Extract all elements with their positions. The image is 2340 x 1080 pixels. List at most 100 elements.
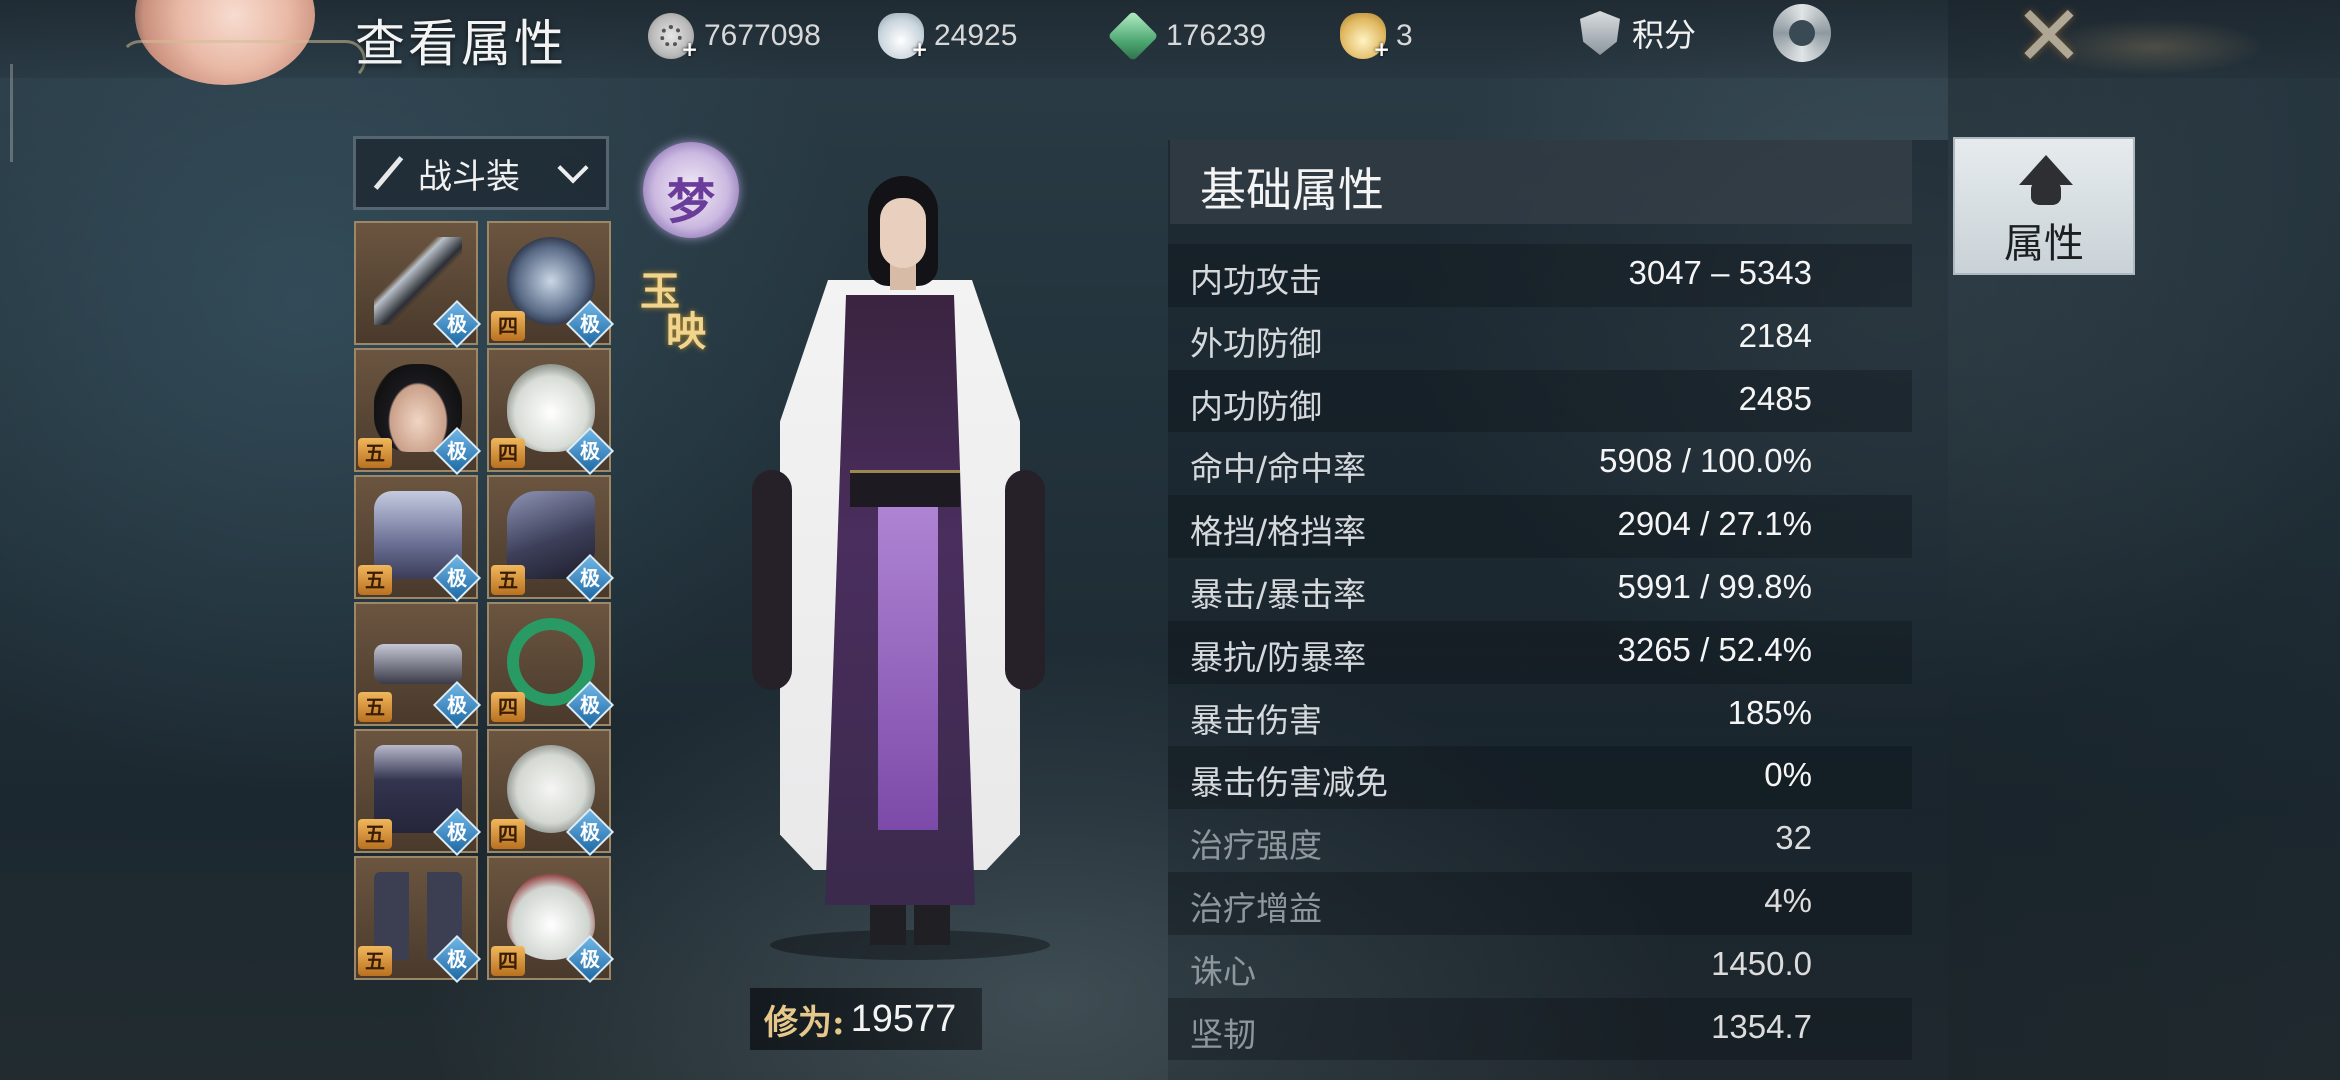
equipment-slot[interactable]: 四极 <box>487 221 615 349</box>
stat-label: 暴击伤害减免 <box>1190 763 1388 803</box>
scroll-indicator <box>10 64 13 162</box>
rank-badge: 极 <box>432 680 482 730</box>
rank-badge-label: 极 <box>447 947 467 971</box>
equipment-slot[interactable]: 四极 <box>487 602 615 730</box>
stat-label: 治疗强度 <box>1190 826 1322 866</box>
tier-badge: 四 <box>491 438 525 468</box>
stat-value: 5991 / 99.8% <box>1617 567 1813 605</box>
tier-badge: 五 <box>358 438 392 468</box>
rank-badge-label: 极 <box>580 312 600 336</box>
stats-list[interactable]: 内功攻击 3047 – 5343 外功防御 2184 内功防御 2485 命中/命中率 590… <box>1168 244 1912 1061</box>
stat-value: 32 <box>1775 819 1812 857</box>
tier-badge: 四 <box>491 946 525 976</box>
currency-value: 3 <box>1396 19 1413 52</box>
character-face <box>880 198 926 268</box>
score-label: 积分 <box>1632 16 1697 54</box>
stat-label: 外功防御 <box>1190 323 1322 363</box>
cloud-decoration <box>120 40 366 80</box>
score-button[interactable]: 积分 <box>1580 10 1696 56</box>
tier-badge: 五 <box>358 692 392 722</box>
character-arm <box>752 470 792 690</box>
jade-icon <box>1107 10 1159 62</box>
equipment-slot[interactable]: 五极 <box>487 475 615 603</box>
rank-badge-label: 极 <box>580 820 600 844</box>
stat-row: 坚韧 1354.7 <box>1168 997 1912 1061</box>
outfit-label: 战斗装 <box>418 156 520 197</box>
stat-label: 格挡/格挡率 <box>1190 512 1367 552</box>
stat-row: 格挡/格挡率 2904 / 27.1% <box>1168 495 1912 558</box>
character-arm <box>1005 470 1045 690</box>
chevron-down-icon <box>557 152 589 184</box>
rank-badge-label: 极 <box>580 693 600 717</box>
rank-badge-label: 极 <box>447 693 467 717</box>
currency-jade[interactable]: 176239 <box>1107 10 1267 62</box>
stat-row: 命中/命中率 5908 / 100.0% <box>1168 432 1912 495</box>
stats-title: 基础属性 <box>1200 163 1384 217</box>
rank-badge-label: 极 <box>447 312 467 336</box>
belt-icon <box>374 644 462 684</box>
equipment-slot[interactable]: 五极 <box>354 348 482 476</box>
rank-badge-label: 极 <box>580 566 600 590</box>
equipment-slot[interactable]: 四极 <box>487 348 615 476</box>
character-belt <box>850 470 960 507</box>
stat-label: 内功攻击 <box>1190 261 1322 300</box>
currency-gold[interactable]: + 3 <box>1340 13 1413 61</box>
stat-value: 4% <box>1764 881 1812 919</box>
tier-badge: 五 <box>358 946 392 976</box>
rank-badge-label: 极 <box>447 566 467 590</box>
stat-value: 2904 / 27.1% <box>1617 505 1813 543</box>
stat-value: 1354.7 <box>1711 1007 1812 1045</box>
stats-header: 基础属性 <box>1170 140 1912 224</box>
stat-label: 诛心 <box>1190 951 1256 991</box>
equipment-slot[interactable]: 四极 <box>487 856 615 984</box>
outfit-dropdown[interactable]: 战斗装 <box>353 136 609 210</box>
tier-badge: 四 <box>491 311 525 341</box>
tier-badge: 四 <box>491 692 525 722</box>
hero-icon <box>2031 179 2061 205</box>
tier-badge: 五 <box>358 819 392 849</box>
stat-value: 0% <box>1764 756 1812 794</box>
stat-row: 内功防御 2485 <box>1168 369 1912 433</box>
character-model[interactable] <box>700 170 1090 970</box>
tier-badge: 五 <box>358 565 392 595</box>
swirl-icon[interactable] <box>1773 4 1831 62</box>
stat-label: 暴击/暴击率 <box>1190 574 1367 614</box>
currency-silver[interactable]: + 24925 <box>878 13 1018 61</box>
stat-label: 暴击伤害 <box>1190 700 1322 740</box>
stat-value: 2485 <box>1738 379 1812 417</box>
stat-label: 治疗增益 <box>1190 888 1322 928</box>
page-title: 查看属性 <box>355 15 567 73</box>
cultivation-label: 修为: <box>764 1002 845 1043</box>
currency-value: 7677098 <box>704 19 821 52</box>
rank-badge-label: 极 <box>580 947 600 971</box>
stat-value: 3265 / 52.4% <box>1617 630 1813 668</box>
rank-badge-label: 极 <box>580 439 600 463</box>
equipment-slot[interactable]: 极 <box>354 221 482 349</box>
stat-row: 暴击伤害减免 0% <box>1168 746 1912 810</box>
equipment-slot[interactable]: 五极 <box>354 475 482 603</box>
tab-attributes[interactable]: 属性 <box>1953 137 2135 275</box>
currency-coin[interactable]: + 7677098 <box>648 13 821 61</box>
stat-value: 2184 <box>1738 316 1812 354</box>
stat-row: 暴击伤害 185% <box>1168 684 1912 747</box>
tier-badge: 五 <box>491 565 525 595</box>
stat-row: 诛心 1450.0 <box>1168 935 1912 998</box>
stat-row: 内功攻击 3047 – 5343 <box>1168 244 1912 307</box>
equipment-slot[interactable]: 五极 <box>354 602 482 730</box>
stat-label: 内功防御 <box>1190 386 1322 426</box>
silver-ingot-icon: + <box>878 13 928 61</box>
sword-icon <box>370 155 406 191</box>
currency-value: 176239 <box>1166 19 1267 52</box>
equipment-slot[interactable]: 五极 <box>354 856 482 984</box>
equipment-slot[interactable]: 五极 <box>354 729 482 857</box>
equipment-slot[interactable]: 四极 <box>487 729 615 857</box>
tier-badge: 四 <box>491 819 525 849</box>
character-sash <box>878 470 938 830</box>
stat-value: 5908 / 100.0% <box>1599 442 1812 480</box>
coin-icon: + <box>648 13 698 61</box>
stat-value: 1450.0 <box>1711 944 1812 982</box>
cultivation-value: 19577 <box>850 997 957 1040</box>
stat-row: 外功防御 2184 <box>1168 307 1912 370</box>
stat-label: 坚韧 <box>1190 1014 1256 1054</box>
currency-value: 24925 <box>934 19 1018 52</box>
